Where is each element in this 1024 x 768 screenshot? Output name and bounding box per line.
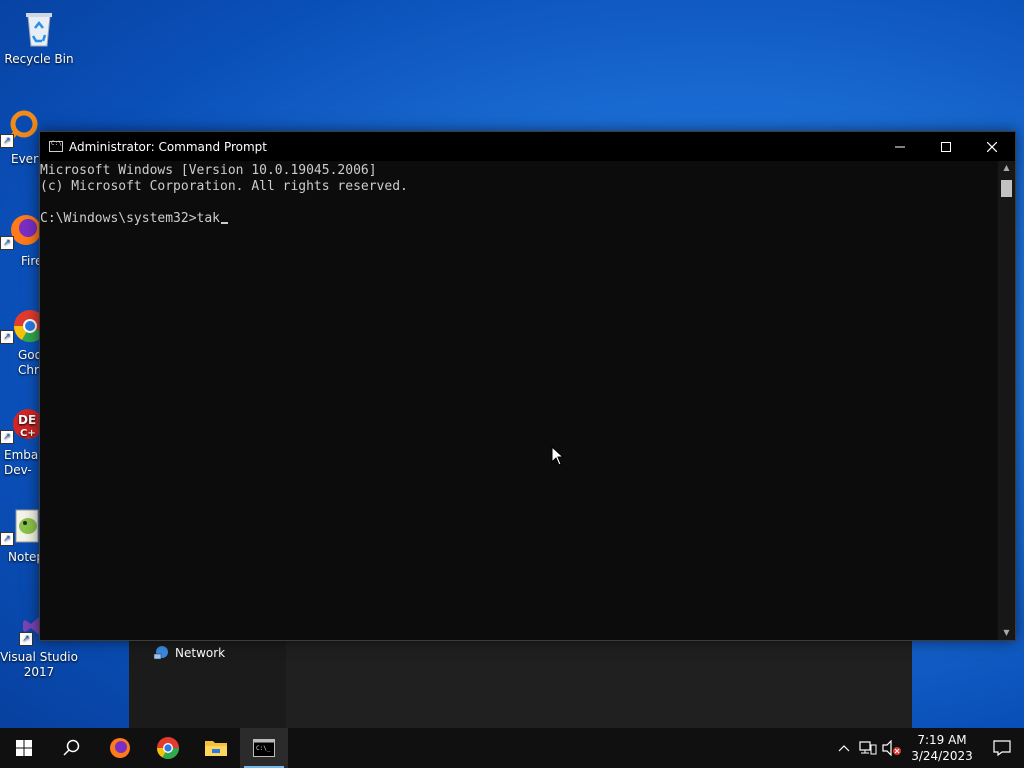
nav-item-network[interactable]: Network (153, 645, 225, 661)
search-icon (63, 739, 80, 756)
taskbar-file-explorer[interactable] (192, 728, 240, 768)
explorer-nav-pane: Network (129, 641, 286, 728)
minimize-icon (895, 146, 905, 147)
console-output[interactable]: Microsoft Windows [Version 10.0.19045.20… (40, 161, 998, 640)
clock-time: 7:19 AM (917, 733, 967, 747)
shortcut-arrow-icon: ↗ (0, 330, 14, 344)
volume-tray-button[interactable] (880, 728, 904, 768)
maximize-button[interactable] (923, 132, 969, 161)
scroll-up-arrow-icon[interactable]: ▲ (998, 161, 1015, 175)
window-titlebar[interactable]: Administrator: Command Prompt (40, 132, 1015, 161)
everything-search-icon: ↗ (0, 108, 40, 148)
nav-item-label: Network (175, 646, 226, 660)
recycle-bin-icon (19, 8, 59, 48)
svg-text:C:\_: C:\_ (256, 745, 271, 752)
windows-logo-icon (16, 740, 32, 756)
firefox-icon (110, 738, 130, 758)
desktop-icon-notepad[interactable]: ↗ Notep (0, 506, 40, 565)
scroll-thumb[interactable] (1001, 180, 1012, 197)
volume-muted-icon (882, 740, 901, 756)
taskbar: C:\_ 7:19 AM 3/24/2023 (0, 728, 1024, 768)
chrome-icon: ↗ (0, 304, 40, 344)
search-button[interactable] (48, 728, 96, 768)
desktop-icon-label: Goo Chro (18, 348, 40, 377)
desktop-icon-label: Recycle Bin (4, 52, 74, 66)
cmd-icon: C:\_ (253, 739, 275, 757)
svg-text:DE: DE (18, 413, 36, 427)
shortcut-arrow-icon: ↗ (0, 134, 14, 148)
desktop-icon-firefox[interactable]: ↗ Fire (0, 210, 40, 269)
vertical-scrollbar[interactable]: ▲ ▼ (998, 161, 1015, 640)
desktop-icon-recycle-bin[interactable]: Recycle Bin (0, 8, 78, 67)
scroll-down-arrow-icon[interactable]: ▼ (998, 626, 1015, 640)
console-input-text: C:\Windows\system32>tak (40, 211, 221, 226)
desktop-icon-label: Visual Studio 2017 (0, 650, 78, 679)
maximize-icon (941, 141, 951, 152)
network-icon (153, 646, 168, 660)
chevron-up-icon (838, 745, 850, 752)
desktop-icon-everything[interactable]: ↗ Every (0, 108, 40, 167)
folder-icon (205, 741, 227, 756)
taskbar-firefox[interactable] (96, 728, 144, 768)
taskbar-chrome[interactable] (144, 728, 192, 768)
svg-text:C+: C+ (20, 428, 36, 439)
console-prompt-line: C:\Windows\system32>tak (40, 211, 998, 227)
console-line: ​ (40, 195, 998, 211)
cmd-icon (49, 140, 63, 152)
command-prompt-window[interactable]: Administrator: Command Prompt Microsoft … (39, 131, 1016, 641)
desktop-icon-label: Notep (8, 550, 40, 564)
shortcut-arrow-icon: ↗ (19, 632, 33, 646)
clock-button[interactable]: 7:19 AM 3/24/2023 (904, 732, 980, 764)
action-center-button[interactable] (980, 728, 1024, 768)
minimize-button[interactable] (877, 132, 923, 161)
desktop-icon-label: Embar Dev- (4, 448, 40, 477)
start-button[interactable] (0, 728, 48, 768)
mouse-pointer-icon (551, 446, 565, 466)
shortcut-arrow-icon: ↗ (0, 430, 14, 444)
firefox-icon: ↗ (0, 210, 40, 250)
shortcut-arrow-icon: ↗ (0, 532, 14, 546)
close-button[interactable] (969, 132, 1015, 161)
network-tray-button[interactable] (856, 728, 880, 768)
network-wired-icon (859, 741, 877, 755)
notification-icon (993, 740, 1011, 756)
chrome-icon (157, 737, 179, 759)
system-tray: 7:19 AM 3/24/2023 (832, 728, 1024, 768)
notepad-plus-plus-icon: ↗ (0, 506, 40, 546)
console-line: Microsoft Windows [Version 10.0.19045.20… (40, 163, 377, 178)
taskbar-command-prompt[interactable]: C:\_ (240, 728, 288, 768)
text-cursor (221, 222, 229, 224)
clock-date: 3/24/2023 (911, 749, 973, 763)
window-title: Administrator: Command Prompt (69, 139, 267, 154)
embarcadero-dev-cpp-icon: DE C+ ↗ (0, 404, 40, 444)
console-line: (c) Microsoft Corporation. All rights re… (40, 179, 408, 194)
shortcut-arrow-icon: ↗ (0, 236, 14, 250)
file-explorer-window-fragment: Network (129, 641, 912, 728)
close-icon (987, 141, 997, 152)
desktop-icon-google-chrome[interactable]: ↗ Goo Chro (0, 304, 40, 378)
desktop-icon-label: Every (11, 152, 40, 166)
desktop-icon-label: Fire (21, 254, 40, 268)
show-hidden-icons-button[interactable] (832, 728, 856, 768)
desktop-icon-embarcadero[interactable]: DE C+ ↗ Embar Dev- (0, 404, 40, 478)
